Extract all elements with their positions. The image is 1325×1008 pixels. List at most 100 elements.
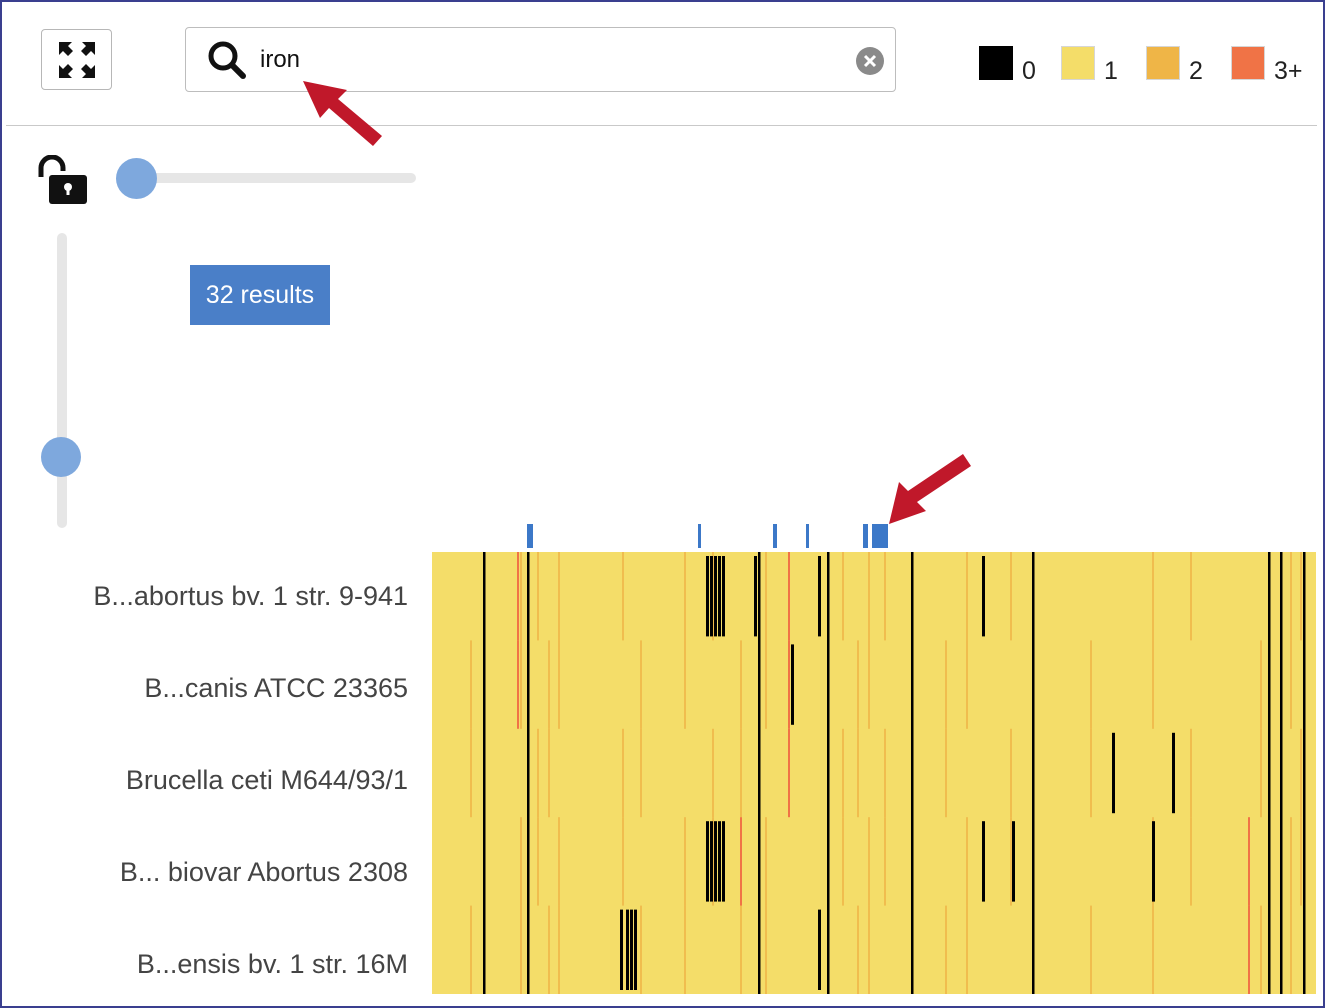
heatmap-cell-0: [1303, 552, 1306, 994]
heatmap-cell-2: [622, 817, 624, 906]
heatmap-cell-2: [945, 640, 947, 729]
heatmap-cell-2: [868, 640, 870, 729]
heatmap-cell-2: [520, 905, 522, 994]
heatmap-cell-2: [966, 905, 968, 994]
heatmap-cell-2: [1300, 728, 1302, 818]
heatmap-cell-2: [765, 905, 767, 994]
heatmap-cell-0: [706, 556, 709, 637]
heatmap-cell-2: [558, 640, 560, 729]
heatmap-cell-0: [630, 909, 633, 990]
heatmap-cell-2: [765, 640, 767, 729]
gene-heatmap[interactable]: [0, 0, 1325, 1008]
annotation-arrow: [889, 454, 971, 524]
heatmap-cell-0: [718, 821, 721, 902]
heatmap-cell-0: [818, 909, 821, 990]
heatmap-cell-2: [684, 905, 686, 994]
heatmap-cell-2: [1090, 905, 1092, 994]
heatmap-cell-0: [722, 821, 725, 902]
heatmap-cell-2: [884, 817, 886, 906]
heatmap-cell-0: [1268, 552, 1271, 994]
heatmap-cell-2: [1300, 817, 1302, 906]
heatmap-cell-2: [684, 552, 686, 641]
heatmap-cell-2: [1010, 552, 1012, 641]
heatmap-cell-2: [640, 728, 642, 818]
heatmap-cell-2: [740, 905, 742, 994]
heatmap-cell-2: [945, 728, 947, 818]
heatmap-cell-2: [1190, 817, 1192, 906]
heatmap-cell-0: [1032, 552, 1035, 994]
heatmap-cell-3plus: [1248, 817, 1250, 906]
heatmap-cell-2: [1300, 552, 1302, 641]
heatmap-cell-2: [1190, 728, 1192, 818]
heatmap-cell-2: [548, 905, 550, 994]
heatmap-cell-2: [842, 728, 844, 818]
heatmap-cell-2: [1260, 640, 1262, 729]
heatmap-cell-0: [1280, 552, 1283, 994]
heatmap-cell-0: [718, 556, 721, 637]
heatmap-cell-0: [714, 556, 717, 637]
heatmap-cell-2: [1010, 728, 1012, 818]
heatmap-cell-2: [548, 640, 550, 729]
heatmap-cell-2: [520, 817, 522, 906]
heatmap-cell-3plus: [1248, 905, 1250, 994]
heatmap-cell-0: [710, 556, 713, 637]
heatmap-cell-2: [1090, 728, 1092, 818]
heatmap-cell-2: [558, 817, 560, 906]
heatmap-cell-3plus: [740, 817, 742, 906]
heatmap-cell-2: [884, 728, 886, 818]
heatmap-cell-2: [558, 905, 560, 994]
heatmap-cell-2: [1010, 817, 1012, 906]
heatmap-cell-2: [857, 728, 859, 818]
heatmap-cell-0: [620, 909, 623, 990]
heatmap-cell-2: [470, 728, 472, 818]
heatmap-cell-2: [857, 640, 859, 729]
heatmap-cell-2: [537, 817, 539, 906]
heatmap-cell-2: [622, 728, 624, 818]
heatmap-cell-2: [842, 817, 844, 906]
heatmap-cell-2: [548, 728, 550, 818]
heatmap-cell-2: [1290, 905, 1292, 994]
heatmap-cell-2: [868, 905, 870, 994]
heatmap-cell-2: [520, 640, 522, 729]
heatmap-cell-2: [945, 905, 947, 994]
heatmap-cell-2: [1290, 817, 1292, 906]
heatmap-cell-2: [537, 552, 539, 641]
heatmap-cell-2: [684, 817, 686, 906]
heatmap-cell-2: [1152, 905, 1154, 994]
heatmap-background: [432, 552, 1316, 994]
heatmap-cell-0: [626, 909, 629, 990]
heatmap-cell-0: [634, 909, 637, 990]
heatmap-cell-0: [1012, 821, 1015, 902]
heatmap-cell-0: [754, 556, 757, 637]
heatmap-cell-0: [758, 552, 761, 994]
heatmap-cell-2: [740, 640, 742, 729]
heatmap-cell-2: [966, 817, 968, 906]
heatmap-cell-2: [684, 640, 686, 729]
heatmap-cell-3plus: [788, 728, 790, 818]
heatmap-cell-2: [1152, 552, 1154, 641]
heatmap-cell-2: [640, 640, 642, 729]
heatmap-cell-2: [868, 817, 870, 906]
heatmap-cell-2: [740, 728, 742, 818]
heatmap-cell-0: [527, 552, 530, 994]
heatmap-cell-2: [1290, 640, 1292, 729]
heatmap-cell-2: [1290, 552, 1292, 641]
heatmap-cell-2: [966, 552, 968, 641]
heatmap-cell-0: [1152, 821, 1155, 902]
heatmap-cell-2: [712, 728, 714, 818]
heatmap-cell-2: [470, 640, 472, 729]
heatmap-cell-0: [483, 552, 486, 994]
heatmap-cell-2: [640, 905, 642, 994]
heatmap-cell-2: [765, 817, 767, 906]
heatmap-cell-2: [966, 640, 968, 729]
heatmap-cell-2: [842, 552, 844, 641]
heatmap-cell-0: [982, 556, 985, 637]
heatmap-cell-3plus: [517, 552, 519, 641]
heatmap-cell-2: [1090, 640, 1092, 729]
heatmap-cell-2: [1190, 552, 1192, 641]
heatmap-cell-2: [1152, 640, 1154, 729]
heatmap-cell-2: [470, 905, 472, 994]
heatmap-cell-0: [818, 556, 821, 637]
heatmap-cell-3plus: [517, 640, 519, 729]
search-hit-marker: [773, 524, 777, 548]
